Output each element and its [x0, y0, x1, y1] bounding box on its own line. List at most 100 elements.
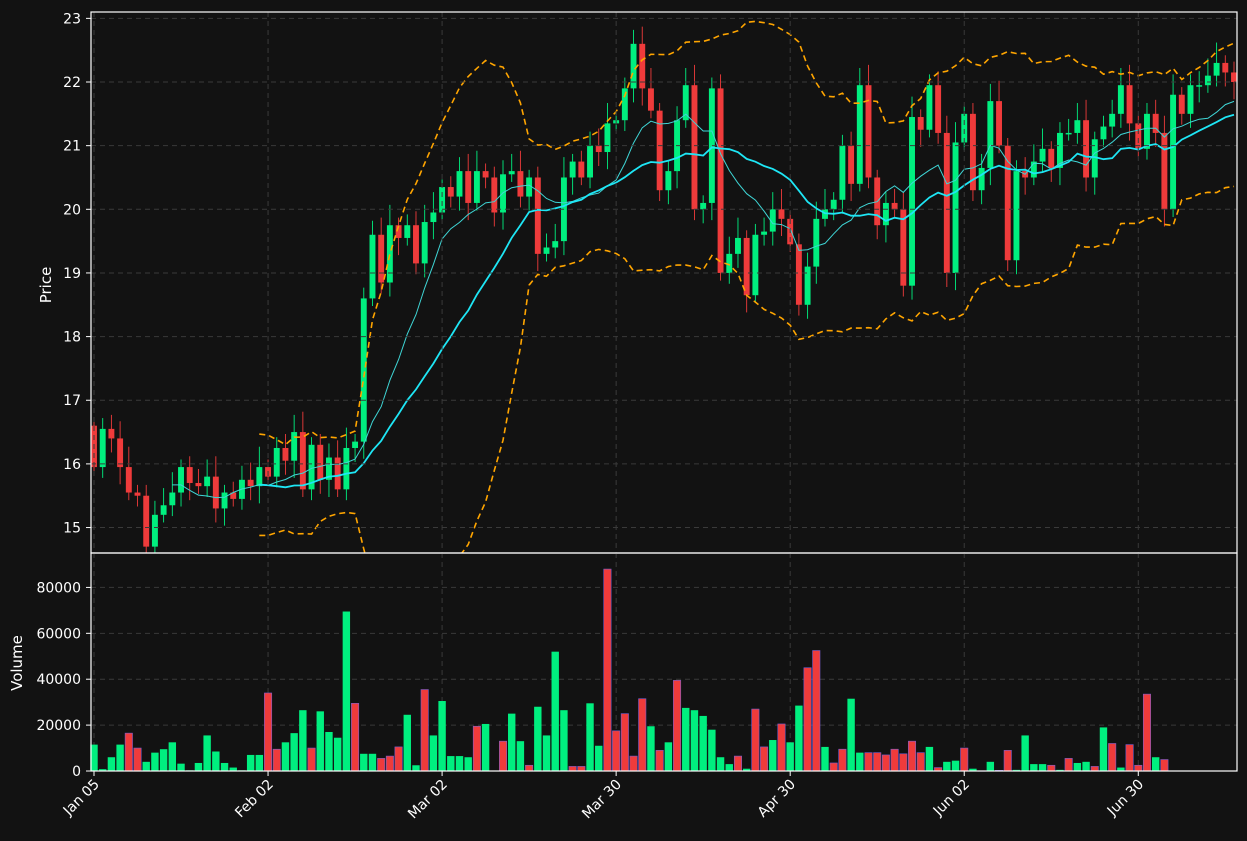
volume-bar	[873, 752, 882, 772]
price-tick-label: 22	[63, 75, 81, 91]
candle-body	[108, 428, 115, 439]
candle-body	[491, 177, 498, 213]
volume-bar	[385, 755, 394, 772]
candle-body	[1187, 85, 1194, 114]
volume-bar	[829, 762, 838, 772]
volume-bar	[603, 568, 612, 772]
candle-body	[134, 492, 141, 496]
volume-bar	[864, 752, 873, 772]
volume-bar	[116, 744, 124, 771]
volume-bar	[986, 761, 995, 771]
volume-bar	[1142, 693, 1151, 772]
candle-body	[952, 142, 959, 273]
volume-bar	[682, 707, 690, 771]
volume-bar	[568, 766, 577, 772]
volume-bar	[655, 750, 664, 772]
candle-body	[473, 171, 480, 203]
volume-bar	[159, 749, 168, 771]
candle-body	[569, 161, 576, 178]
candle-body	[926, 85, 933, 130]
volume-bar	[342, 611, 351, 771]
volume-bar	[1038, 764, 1047, 771]
candle-body	[891, 202, 898, 210]
candle-body	[317, 444, 324, 480]
volume-bar	[777, 723, 786, 772]
volume-bar	[255, 754, 264, 771]
price-tick-label: 19	[63, 266, 81, 282]
volume-bar	[1108, 743, 1117, 772]
candle-body	[99, 428, 106, 468]
price-tick-label: 21	[63, 139, 81, 155]
volume-bar	[690, 710, 699, 771]
volume-bar	[412, 765, 420, 771]
candle-body	[856, 85, 863, 184]
candle-body	[282, 447, 289, 461]
volume-bar	[733, 755, 742, 772]
price-tick-label: 17	[63, 393, 81, 409]
volume-bar	[1030, 764, 1038, 771]
volume-axis-title: Volume	[8, 635, 26, 691]
volume-bar	[699, 715, 707, 771]
volume-bar	[960, 747, 969, 772]
price-tick-label: 23	[63, 11, 81, 27]
candle-body	[1048, 148, 1055, 168]
candle-body	[865, 85, 872, 178]
candle-body	[334, 457, 341, 490]
candle-body	[900, 209, 907, 286]
candle-body	[621, 88, 628, 121]
volume-bar	[333, 737, 342, 771]
volume-bar	[351, 703, 360, 772]
candle-body	[439, 187, 446, 213]
volume-bar	[299, 710, 307, 771]
candle-body	[604, 123, 611, 153]
volume-bar	[142, 761, 150, 771]
volume-bar	[525, 764, 534, 772]
candle-body	[204, 476, 211, 487]
volume-bar	[168, 742, 177, 771]
candle-body	[752, 234, 759, 296]
candle-body	[987, 101, 994, 168]
candle-body	[169, 492, 176, 506]
volume-bar	[133, 747, 142, 772]
volume-bar	[760, 746, 769, 772]
volume-bar	[368, 753, 377, 771]
candle-body	[221, 492, 228, 509]
volume-bar	[472, 725, 481, 772]
candle-body	[465, 171, 472, 203]
candle-body	[1222, 62, 1229, 73]
volume-bar	[1003, 750, 1012, 772]
volume-bar	[281, 742, 290, 771]
volume-bar	[673, 680, 682, 772]
candle-body	[848, 145, 855, 184]
volume-bar	[1134, 764, 1143, 772]
volume-bar	[647, 726, 655, 771]
volume-tick-label: 60000	[36, 626, 81, 642]
volume-bar	[856, 752, 864, 771]
volume-bar	[447, 756, 455, 771]
candle-body	[943, 132, 950, 273]
candle-body	[1030, 161, 1037, 178]
volume-bar	[360, 753, 368, 771]
candle-body	[1074, 120, 1081, 133]
volume-bar	[403, 714, 411, 771]
price-axis-title: Price	[37, 267, 55, 304]
volume-tick-label: 20000	[36, 718, 81, 734]
volume-bar	[725, 764, 733, 771]
candle-body	[1144, 113, 1150, 149]
candle-body	[413, 225, 419, 264]
volume-bar	[751, 708, 760, 772]
candle-body	[700, 202, 707, 210]
candle-body	[482, 171, 489, 178]
volume-bar	[246, 754, 255, 771]
candle-body	[552, 241, 559, 248]
candle-body	[360, 298, 367, 442]
volume-bar	[455, 756, 464, 771]
volume-bar	[943, 761, 951, 771]
candle-body	[369, 234, 376, 299]
volume-bar	[290, 733, 298, 771]
candle-body	[778, 209, 785, 219]
price-tick-label: 16	[63, 457, 81, 473]
candle-body	[882, 202, 889, 226]
candle-body	[761, 231, 768, 235]
candle-body	[1117, 85, 1124, 114]
